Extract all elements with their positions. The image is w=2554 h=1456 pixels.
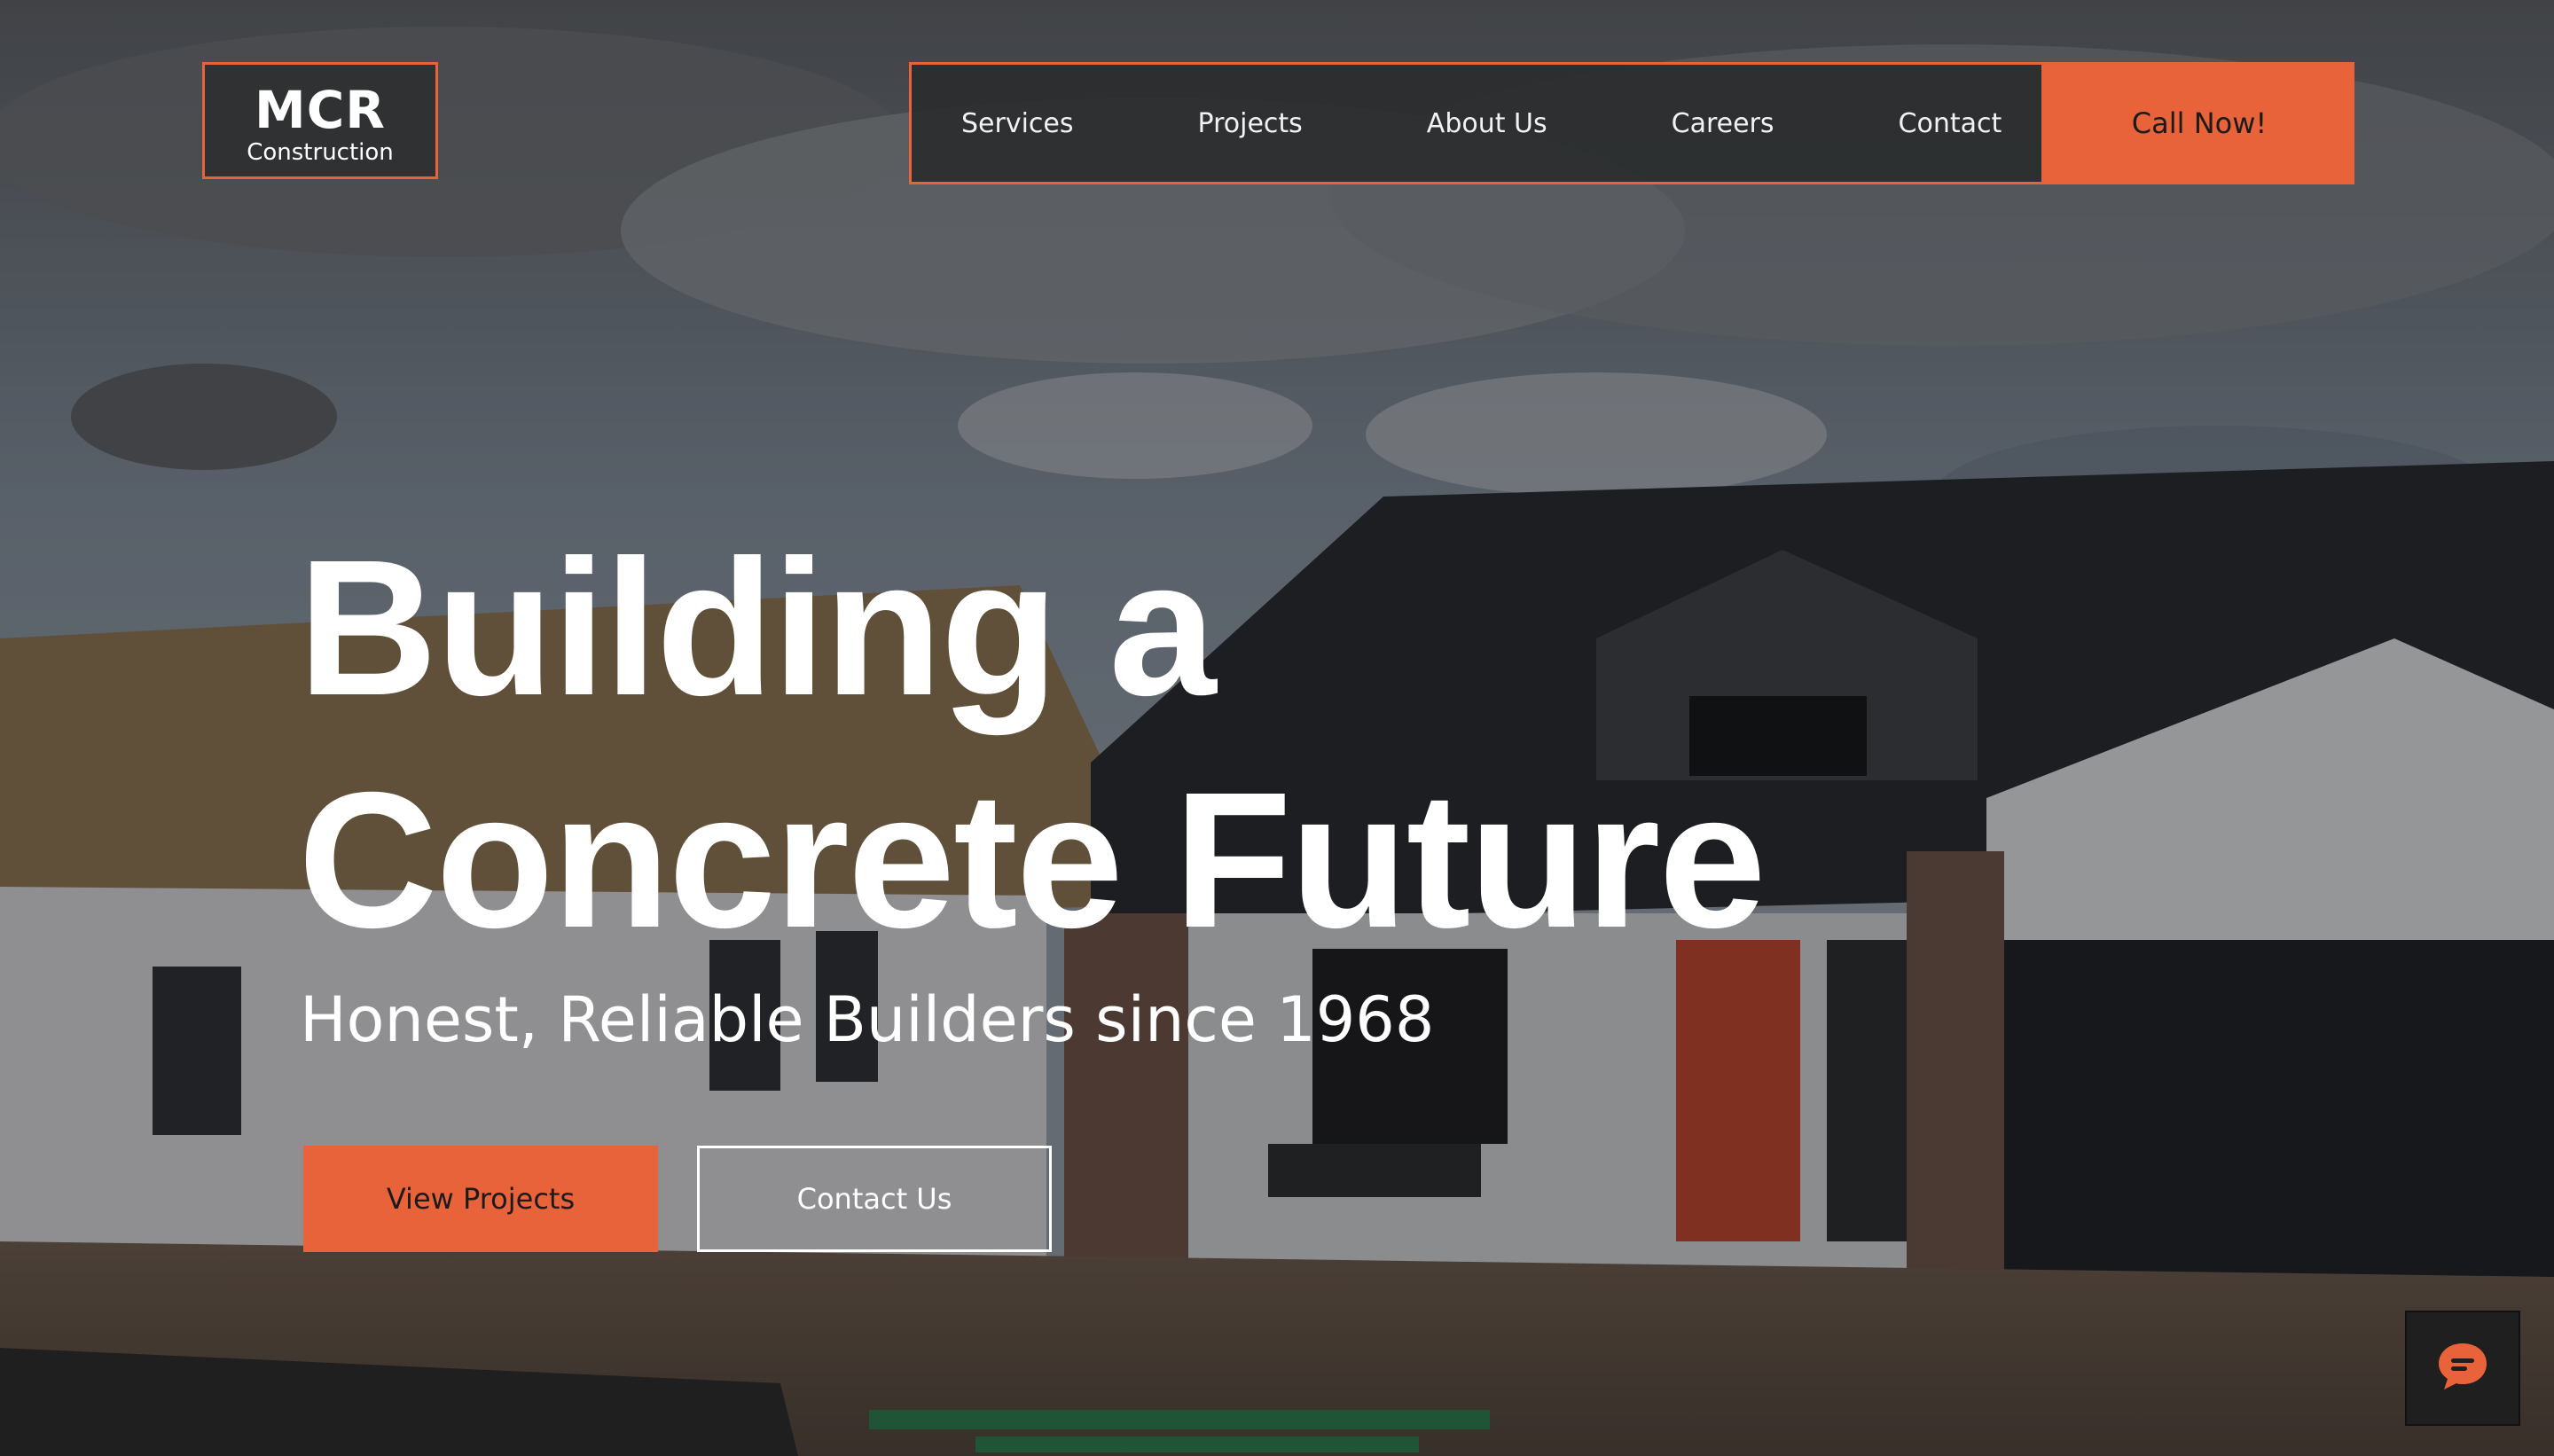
nav-item-contact[interactable]: Contact bbox=[1899, 108, 2002, 139]
main-nav: Services Projects About Us Careers Conta… bbox=[909, 62, 2044, 184]
view-projects-button[interactable]: View Projects bbox=[303, 1146, 658, 1252]
site-logo[interactable]: MCR Construction bbox=[202, 62, 438, 179]
chat-bubble-icon bbox=[2434, 1338, 2491, 1399]
nav-item-about-us[interactable]: About Us bbox=[1427, 108, 1547, 139]
hero-headline: Building a Concrete Future bbox=[298, 513, 1767, 977]
nav-item-projects[interactable]: Projects bbox=[1198, 108, 1303, 139]
headline-line-2: Concrete Future bbox=[298, 753, 1767, 968]
nav-item-careers[interactable]: Careers bbox=[1672, 108, 1774, 139]
hero-subheadline: Honest, Reliable Builders since 1968 bbox=[300, 983, 1435, 1056]
chat-widget-button[interactable] bbox=[2405, 1311, 2520, 1426]
nav-item-services[interactable]: Services bbox=[961, 108, 1074, 139]
logo-name: MCR bbox=[255, 80, 386, 140]
contact-us-button[interactable]: Contact Us bbox=[697, 1146, 1052, 1252]
headline-line-1: Building a bbox=[298, 521, 1217, 736]
call-now-button[interactable]: Call Now! bbox=[2044, 62, 2354, 184]
logo-subtitle: Construction bbox=[247, 139, 394, 166]
